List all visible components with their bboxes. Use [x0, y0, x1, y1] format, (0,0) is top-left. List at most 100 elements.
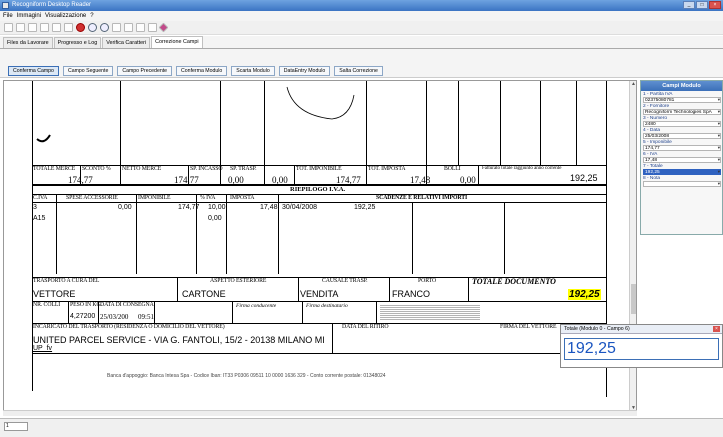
campi-modulo-panel: Campi Modulo 1 - Partita IVA 02375080781… [640, 80, 723, 235]
stop-icon[interactable] [76, 23, 85, 32]
window-titlebar: Recogniform Desktop Reader _ □ × [0, 0, 723, 11]
hdr-incaricato: INCARICATO DEL TRASPORTO (RESIDENZA O DO… [33, 324, 225, 330]
hdr-imposta: IMPOSTA [230, 195, 255, 201]
val-totale-documento[interactable]: 192,25 [568, 289, 601, 300]
hdr-tot-imposta: TOT. IMPOSTA [368, 166, 406, 172]
field-value[interactable] [643, 181, 721, 187]
hdr-nr-colli: NR. COLLI [33, 302, 61, 308]
campo-seguente-button[interactable]: Campo Seguente [62, 66, 114, 76]
val-sp-trasp: 0,00 [272, 175, 288, 185]
status-bar: 1 [0, 418, 723, 437]
field-value[interactable]: 25/03/2008 [643, 133, 721, 139]
fit-height-icon[interactable] [136, 23, 145, 32]
row1-importo: 192,25 [354, 204, 376, 211]
row1-iva: 10,00 [208, 204, 226, 211]
next-page-icon[interactable] [52, 23, 61, 32]
scarta-modulo-button[interactable]: Scarta Modulo [231, 66, 275, 76]
row2-iva: 0,00 [208, 215, 222, 222]
hdr-porto: PORTO [418, 278, 437, 284]
horizontal-scrollbar[interactable] [3, 410, 637, 416]
field-value[interactable]: 17,48 [643, 157, 721, 163]
tab-progresso-log[interactable]: Progresso e Log [53, 37, 102, 48]
menu-file[interactable]: File [3, 13, 13, 19]
val-netto-merce: 174,77 [174, 175, 199, 185]
hdr-imponibile: IMPONIBILE [138, 195, 171, 201]
menu-immagini[interactable]: Immagini [17, 13, 41, 19]
val-totale-merce: 174,77 [68, 175, 93, 185]
val-franco: FRANCO [392, 289, 430, 299]
val-cartone: CARTONE [182, 289, 226, 299]
fit-page-icon[interactable] [112, 23, 121, 32]
row1-imponibile: 174,77 [178, 204, 200, 211]
tab-files-da-lavorare[interactable]: Files da Lavorare [3, 37, 53, 48]
hdr-firma-vettore: FIRMA DEL VETTORE [500, 324, 557, 330]
zoom-in-icon[interactable] [88, 23, 97, 32]
minimize-icon[interactable]: _ [683, 1, 695, 9]
tab-strip: Files da Lavorare Progresso e Log Verifi… [0, 36, 723, 49]
salta-correzione-button[interactable]: Salta Correzione [334, 66, 383, 76]
hdr-causale: CAUSALE TRASP. [322, 278, 368, 284]
invoice-image: TOTALE MERCE SCONTO % NETTO MERCE SP. IN… [32, 81, 607, 413]
hdr-peso: PESO IN KG. [70, 302, 102, 308]
conferma-modulo-button[interactable]: Conferma Modulo [176, 66, 228, 76]
menu-visualizzazione[interactable]: Visualizzazione [45, 13, 86, 19]
field-iva: 6 - IVA 17,48 [641, 152, 722, 163]
scroll-up-icon[interactable]: ▲ [630, 81, 636, 88]
popup-close-icon[interactable]: × [713, 326, 720, 332]
riepilogo-title: RIEPILOGO I.V.A. [290, 186, 346, 193]
toolbar [0, 21, 723, 35]
tab-verifica-caratteri[interactable]: Verifica Caratteri [102, 37, 151, 48]
popup-value-input[interactable]: 192,25 [564, 338, 719, 360]
zoom-out-icon[interactable] [100, 23, 109, 32]
hdr-bolli: BOLLI [444, 166, 461, 172]
last-page-icon[interactable] [64, 23, 73, 32]
window-controls: _ □ × [683, 1, 721, 9]
val-data-consegna: 25/03/200 [100, 313, 129, 321]
val-vendita: VENDITA [300, 289, 339, 299]
val-vettore: VETTORE [33, 289, 76, 299]
hdr-totale-documento: TOTALE DOCUMENTO [472, 277, 556, 286]
hdr-sp-trasp: SP. TRASP. [230, 166, 257, 172]
field-zoom-popup: Totale (Modulo 0 - Campo 6) × 192,25 [560, 324, 723, 368]
maximize-icon[interactable]: □ [696, 1, 708, 9]
open-icon[interactable] [4, 23, 13, 32]
hdr-iva: % IVA [200, 195, 216, 201]
val-ups-line2: UP_fv [33, 345, 53, 352]
tab-correzione-campi[interactable]: Correzione Campi [151, 36, 203, 48]
hdr-scadenze: SCADENZE E RELATIVI IMPORTI [376, 195, 468, 201]
hdr-netto-merce: NETTO MERCE [122, 166, 162, 172]
fine-print-block [380, 304, 480, 320]
hdr-civa: C.IVA [33, 195, 48, 201]
val-fatturato: 192,25 [570, 173, 598, 183]
fit-width-icon[interactable] [124, 23, 133, 32]
field-value-selected[interactable]: 192,25 [643, 169, 721, 175]
menu-bar: File Immagini Visualizzazione ? [0, 11, 723, 21]
status-cell: 1 [4, 422, 28, 431]
hdr-firma-destinatario: Firma destinatario [306, 303, 348, 309]
first-page-icon[interactable] [28, 23, 37, 32]
val-bolli: 0,00 [460, 175, 476, 185]
campo-precedente-button[interactable]: Campo Precedente [117, 66, 173, 76]
field-nota: 8 - Nota [641, 176, 722, 187]
prev-page-icon[interactable] [40, 23, 49, 32]
hdr-totale-merce: TOTALE MERCE [33, 166, 76, 172]
conferma-campo-button[interactable]: Conferma Campo [8, 66, 59, 76]
field-value[interactable]: 02375080781 [643, 97, 721, 103]
close-icon[interactable]: × [709, 1, 721, 9]
field-value[interactable]: 174,77 [643, 145, 721, 151]
dataentry-modulo-button[interactable]: DataEntry Modulo [278, 66, 331, 76]
hdr-data-ritiro: DATA DEL RITIRO [342, 324, 389, 330]
row1-civa: 3 [33, 204, 37, 211]
save-icon[interactable] [16, 23, 25, 32]
document-viewer[interactable]: TOTALE MERCE SCONTO % NETTO MERCE SP. IN… [3, 80, 637, 414]
menu-help[interactable]: ? [90, 13, 93, 19]
hdr-spese-accessorie: SPESE ACCESSORIE [66, 195, 118, 201]
options-icon[interactable] [158, 22, 169, 33]
field-fornitore: 2 - Fornitore Recogniform Technologies S… [641, 104, 722, 115]
scroll-thumb[interactable] [631, 284, 636, 314]
hdr-firma-conducente: Firma conducente [236, 303, 277, 309]
val-sp-incasso: 0,00 [228, 175, 244, 185]
actual-size-icon[interactable] [148, 23, 157, 32]
field-value[interactable]: 2480 [643, 121, 721, 127]
field-value[interactable]: Recogniform Technologies SpA [643, 109, 721, 115]
